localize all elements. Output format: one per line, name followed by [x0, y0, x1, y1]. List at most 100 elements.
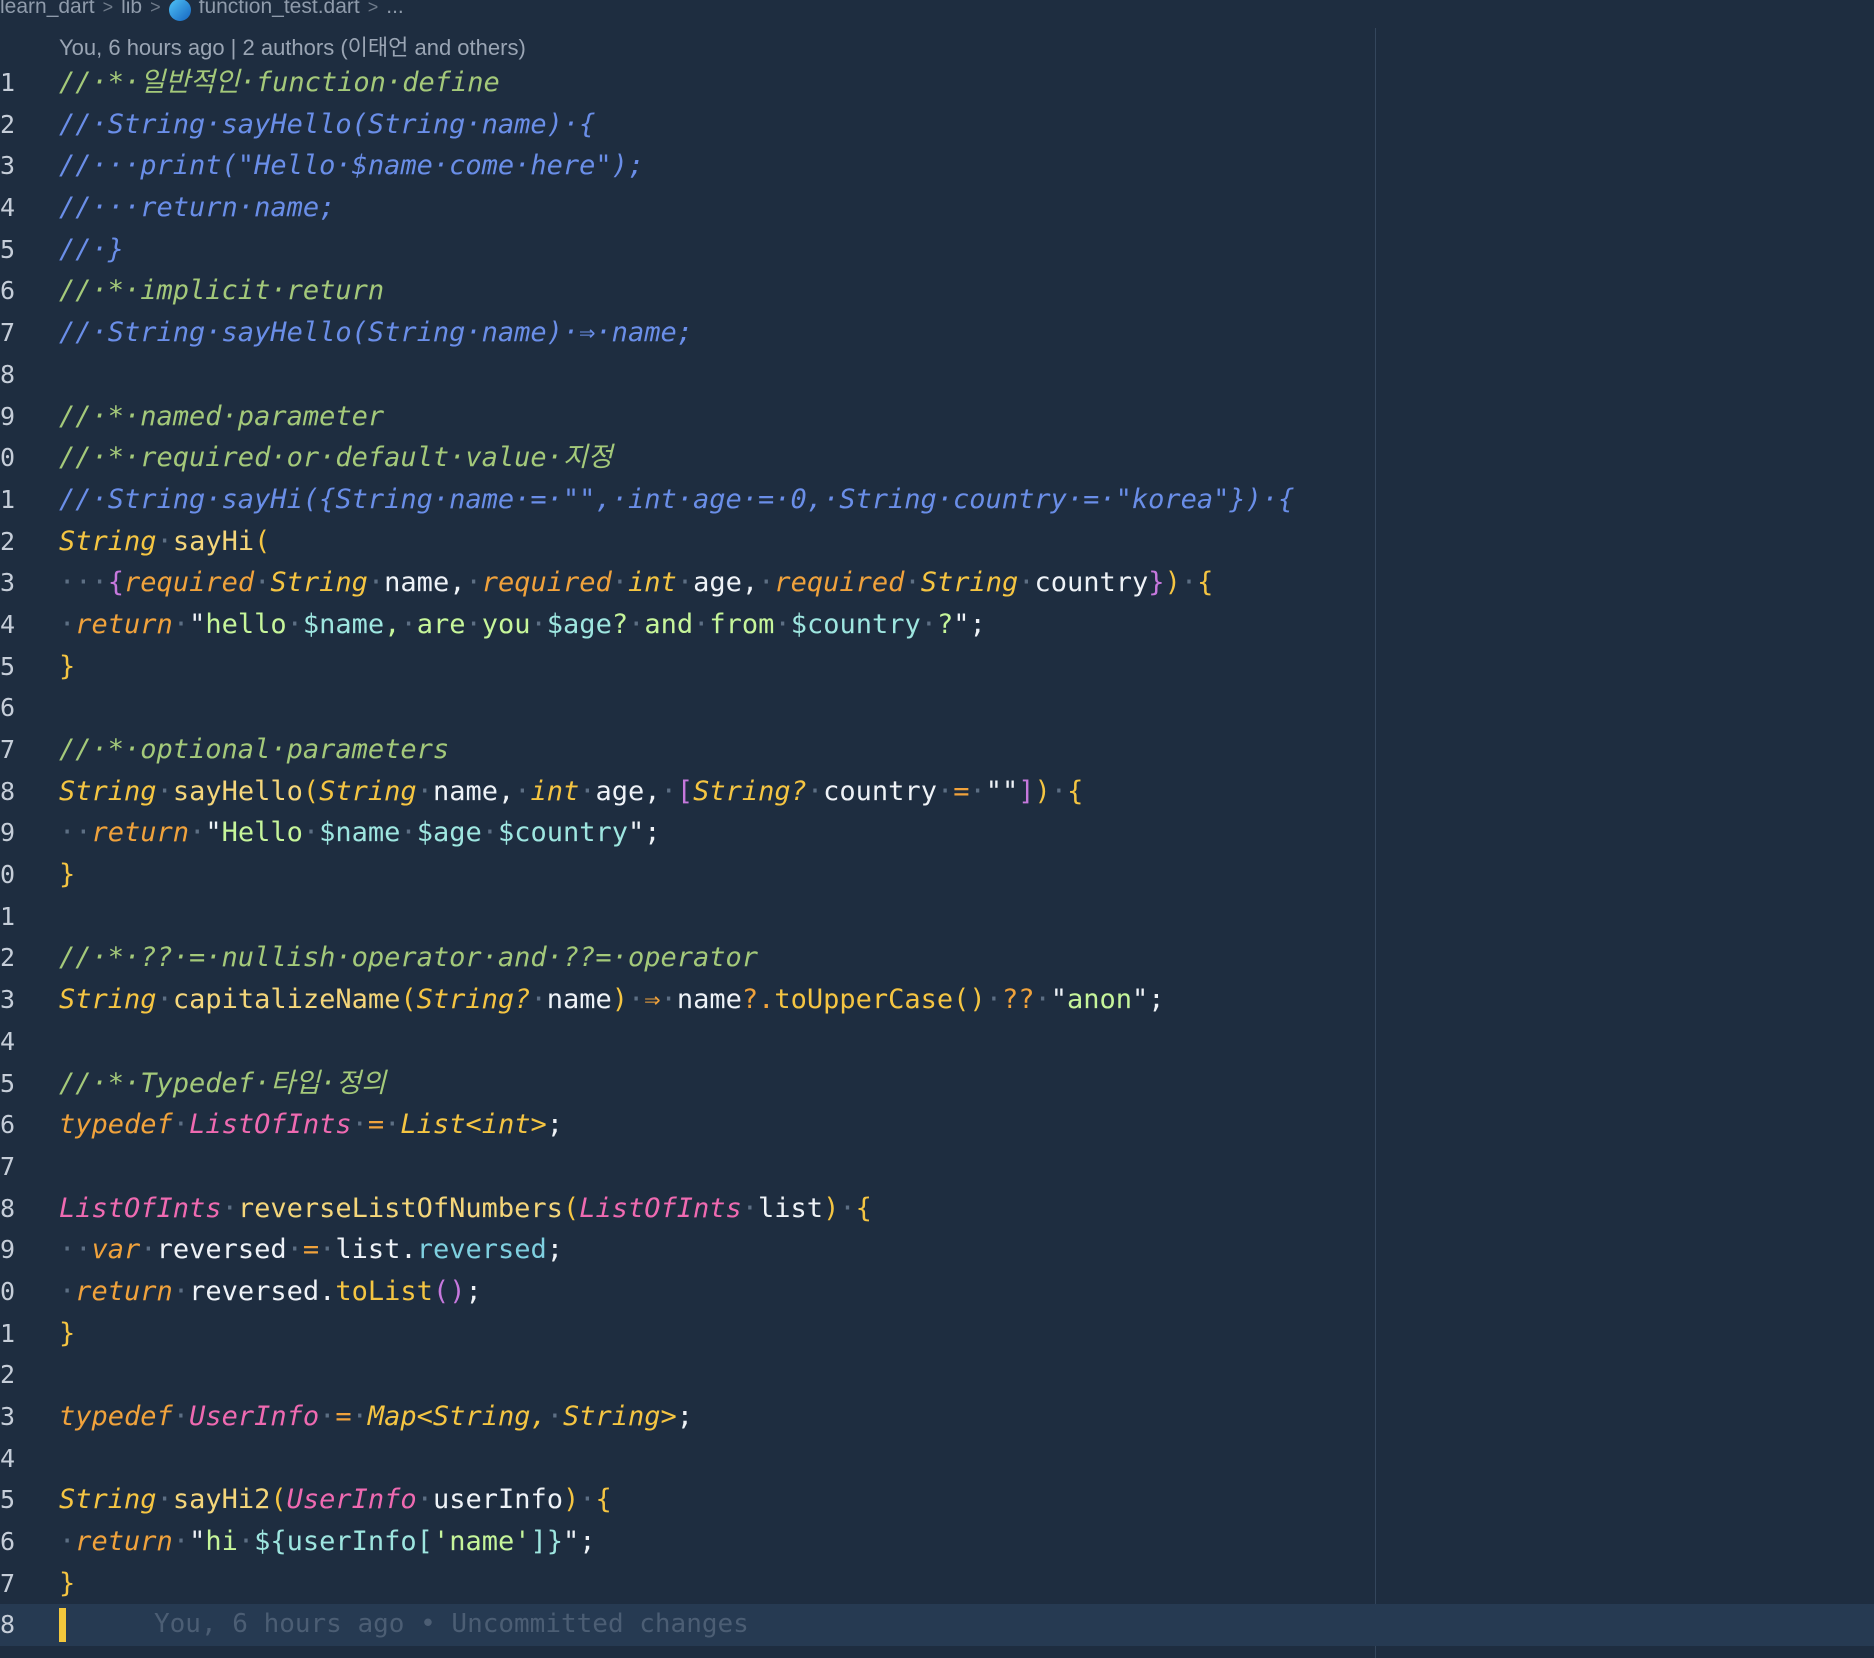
code-line[interactable]: 9 //·*·named·parameter [0, 396, 1874, 438]
code-text[interactable]: //·String·sayHello(String·name)·⇒·name; [59, 312, 693, 354]
code-line[interactable]: 5 //·} [0, 229, 1874, 271]
code-text[interactable]: String·sayHello(String·name,·int·age,·[S… [59, 771, 1083, 813]
code-line[interactable]: 8 String·sayHello(String·name,·int·age,·[… [0, 771, 1874, 813]
code-text[interactable]: } [59, 1563, 75, 1605]
code-line[interactable]: 7 [0, 1146, 1874, 1188]
code-text[interactable]: ·return·"hello·$name,·are·you·$age?·and·… [59, 604, 986, 646]
git-blame-codelens[interactable]: You, 6 hours ago | 2 authors (이태언 and ot… [59, 30, 526, 62]
code-text[interactable]: //·*·Typedef·타입·정의 [59, 1063, 386, 1105]
line-number[interactable]: 2 [0, 521, 30, 563]
line-number[interactable]: 1 [0, 1313, 30, 1355]
line-number[interactable]: 6 [0, 270, 30, 312]
code-text[interactable]: //·*·일반적인·function·define [59, 62, 500, 104]
line-number[interactable]: 2 [0, 1354, 30, 1396]
code-line[interactable]: 9 ··var·reversed·=·list.reversed; [0, 1229, 1874, 1271]
code-line[interactable]: 4 ·return·"hello·$name,·are·you·$age?·and… [0, 604, 1874, 646]
code-line[interactable]: 1 //·*·일반적인·function·define [0, 62, 1874, 104]
line-number[interactable]: 8 [0, 354, 30, 396]
code-text[interactable]: String·sayHi2(UserInfo·userInfo)·{ [59, 1479, 612, 1521]
code-text[interactable]: //·*·implicit·return [59, 270, 384, 312]
line-number[interactable]: 3 [0, 1396, 30, 1438]
code-line[interactable]: 0} [0, 854, 1874, 896]
code-line[interactable]: 4 [0, 1021, 1874, 1063]
code-text[interactable]: String·sayHi( [59, 521, 270, 563]
line-number[interactable]: 5 [0, 646, 30, 688]
code-line[interactable]: 8 ListOfInts·reverseListOfNumbers(ListOfI… [0, 1188, 1874, 1230]
code-text[interactable]: } [59, 646, 75, 688]
line-number[interactable]: 6 [0, 687, 30, 729]
code-line[interactable]: 1} [0, 1313, 1874, 1355]
line-number[interactable]: 7 [0, 312, 30, 354]
code-line[interactable]: 4 [0, 1438, 1874, 1480]
code-line[interactable]: 5 String·sayHi2(UserInfo·userInfo)·{ [0, 1479, 1874, 1521]
code-text[interactable]: //···print("Hello·$name·come·here"); [59, 145, 644, 187]
code-line[interactable]: 6 ·return·"hi·${userInfo['name']}"; [0, 1521, 1874, 1563]
code-text[interactable]: //·*·named·parameter [59, 396, 384, 438]
code-line[interactable]: 3 ···{required·String·name,·required·int·… [0, 562, 1874, 604]
code-text[interactable]: String·capitalizeName(String?·name)·⇒·na… [59, 979, 1165, 1021]
code-line[interactable]: 6 //·*·implicit·return [0, 270, 1874, 312]
code-line[interactable]: 2 [0, 1354, 1874, 1396]
code-line[interactable]: 1 [0, 896, 1874, 938]
code-text[interactable]: ··var·reversed·=·list.reversed; [59, 1229, 563, 1271]
code-text[interactable]: ···{required·String·name,·required·int·a… [59, 562, 1213, 604]
line-number[interactable]: 6 [0, 1521, 30, 1563]
line-number[interactable]: 0 [0, 437, 30, 479]
line-number[interactable]: 5 [0, 1479, 30, 1521]
line-number[interactable]: 3 [0, 562, 30, 604]
code-line[interactable]: 2 //·String·sayHello(String·name)·{ [0, 104, 1874, 146]
code-line[interactable]: 7} [0, 1563, 1874, 1605]
code-line[interactable]: 5} [0, 646, 1874, 688]
code-text[interactable]: //···return·name; [59, 187, 335, 229]
code-line[interactable]: 9 ··return·"Hello·$name·$age·$country"; [0, 812, 1874, 854]
line-number[interactable]: 0 [0, 1271, 30, 1313]
code-text[interactable]: ListOfInts·reverseListOfNumbers(ListOfIn… [59, 1188, 872, 1230]
code-line[interactable]: 8 You, 6 hours ago • Uncommitted changes [0, 1604, 1874, 1647]
line-number[interactable]: 5 [0, 229, 30, 271]
line-number[interactable]: 2 [0, 937, 30, 979]
line-number[interactable]: 6 [0, 1104, 30, 1146]
code-text[interactable]: ·return·"hi·${userInfo['name']}"; [59, 1521, 596, 1563]
code-text[interactable]: //·*·optional·parameters [59, 729, 449, 771]
code-line[interactable]: 2 //·*·??·=·nullish·operator·and·??=·oper… [0, 937, 1874, 979]
line-number[interactable]: 1 [0, 62, 30, 104]
line-number[interactable]: 9 [0, 1229, 30, 1271]
breadcrumb-project[interactable]: learn_dart [0, 0, 95, 19]
line-number[interactable]: 7 [0, 1146, 30, 1188]
line-number[interactable]: 4 [0, 1438, 30, 1480]
line-number[interactable]: 7 [0, 1563, 30, 1605]
code-text[interactable]: ··return·"Hello·$name·$age·$country"; [59, 812, 661, 854]
code-text[interactable]: typedef·UserInfo·=·Map<String,·String>; [59, 1396, 693, 1438]
line-number[interactable]: 8 [0, 771, 30, 813]
code-line[interactable]: 3 //···print("Hello·$name·come·here"); [0, 145, 1874, 187]
code-text[interactable]: //·*·required·or·default·value·지정 [59, 437, 613, 479]
code-line[interactable]: 4 //···return·name; [0, 187, 1874, 229]
line-number[interactable]: 4 [0, 187, 30, 229]
line-number[interactable]: 5 [0, 1063, 30, 1105]
code-editor[interactable]: 1 //·*·일반적인·function·define 2 //·String·say… [0, 62, 1874, 1647]
code-text[interactable]: //·} [59, 229, 124, 271]
code-text[interactable]: } [59, 1313, 75, 1355]
code-line[interactable]: 1 //·String·sayHi({String·name·=·"",·int·… [0, 479, 1874, 521]
line-number[interactable]: 0 [0, 854, 30, 896]
code-text[interactable]: typedef·ListOfInts·=·List<int>; [59, 1104, 563, 1146]
code-line[interactable]: 5 //·*·Typedef·타입·정의 [0, 1063, 1874, 1105]
breadcrumb-folder[interactable]: lib [121, 0, 142, 19]
code-text[interactable]: ·return·reversed.toList(); [59, 1271, 482, 1313]
line-number[interactable]: 1 [0, 479, 30, 521]
line-number[interactable]: 8 [0, 1188, 30, 1230]
code-line[interactable]: 6 typedef·ListOfInts·=·List<int>; [0, 1104, 1874, 1146]
line-number[interactable]: 4 [0, 604, 30, 646]
line-number[interactable]: 3 [0, 145, 30, 187]
code-line[interactable]: 7 //·String·sayHello(String·name)·⇒·name; [0, 312, 1874, 354]
line-number[interactable]: 3 [0, 979, 30, 1021]
code-line[interactable]: 3 typedef·UserInfo·=·Map<String,·String>; [0, 1396, 1874, 1438]
line-number[interactable]: 8 [0, 1604, 30, 1646]
code-line[interactable]: 2 String·sayHi( [0, 521, 1874, 563]
code-line[interactable]: 8 [0, 354, 1874, 396]
code-line[interactable]: 3 String·capitalizeName(String?·name)·⇒·n… [0, 979, 1874, 1021]
breadcrumb-more[interactable]: ... [386, 0, 404, 19]
line-number[interactable]: 1 [0, 896, 30, 938]
line-number[interactable]: 4 [0, 1021, 30, 1063]
code-text[interactable]: //·String·sayHi({String·name·=·"",·int·a… [59, 479, 1294, 521]
